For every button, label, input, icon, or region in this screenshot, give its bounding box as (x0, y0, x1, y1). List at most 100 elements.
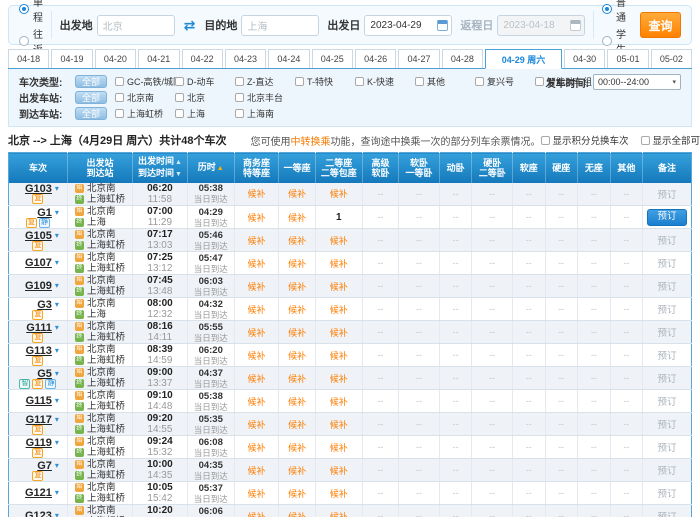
date-tab-05-01[interactable]: 05-01 (607, 49, 648, 68)
seat-cell[interactable]: 候补 (234, 459, 279, 482)
radio-selected-icon[interactable] (19, 4, 29, 14)
date-tab-04-30[interactable]: 04-30 (564, 49, 605, 68)
seat-cell[interactable]: 候补 (234, 367, 279, 390)
date-tab-04-27[interactable]: 04-27 (398, 49, 439, 68)
checkbox-icon[interactable] (235, 93, 244, 102)
expand-arrow-icon[interactable]: ▾ (55, 232, 59, 240)
checkbox-icon[interactable] (415, 77, 424, 86)
sort-arrow-icon[interactable]: ▲ (217, 165, 224, 172)
checkbox-icon[interactable] (475, 77, 484, 86)
seat-cell[interactable]: 候补 (315, 252, 362, 275)
checkbox-icon[interactable] (175, 93, 184, 102)
date-tab-04-24[interactable]: 04-24 (268, 49, 309, 68)
seat-cell[interactable]: 候补 (234, 436, 279, 459)
column-header[interactable]: 历时▲ (187, 153, 234, 183)
seat-cell[interactable]: 候补 (234, 275, 279, 298)
from-input[interactable] (97, 15, 175, 36)
date-tab-04-25[interactable]: 04-25 (312, 49, 353, 68)
date-tab-04-26[interactable]: 04-26 (355, 49, 396, 68)
seat-cell[interactable]: 候补 (279, 183, 316, 206)
seat-cell[interactable]: 候补 (315, 482, 362, 505)
filter-option[interactable]: 其他 (415, 75, 475, 88)
filter-option[interactable]: K-快速 (355, 75, 415, 88)
filter-option[interactable]: Z-直达 (235, 75, 295, 88)
filter-option[interactable]: 上海 (175, 107, 235, 120)
seat-cell[interactable]: 候补 (315, 413, 362, 436)
toggle-points-exchange[interactable]: 显示积分兑换车次 (541, 133, 629, 147)
expand-arrow-icon[interactable]: ▾ (55, 439, 59, 447)
train-number-link[interactable]: G119 (26, 437, 52, 449)
radio-icon[interactable] (602, 36, 612, 46)
seat-cell[interactable]: 候补 (234, 390, 279, 413)
expand-arrow-icon[interactable]: ▾ (55, 512, 59, 517)
date-tab-04-20[interactable]: 04-20 (95, 49, 136, 68)
seat-cell[interactable]: 候补 (279, 505, 316, 517)
seat-cell[interactable]: 候补 (234, 321, 279, 344)
seat-cell[interactable]: 候补 (279, 206, 316, 229)
checkbox-icon[interactable] (295, 77, 304, 86)
date-tab-04-18[interactable]: 04-18 (8, 49, 49, 68)
to-input[interactable] (241, 15, 319, 36)
seat-cell[interactable]: 候补 (315, 367, 362, 390)
seat-cell[interactable]: 候补 (234, 183, 279, 206)
seat-cell[interactable]: 候补 (279, 390, 316, 413)
seat-cell[interactable]: 候补 (315, 436, 362, 459)
seat-cell[interactable]: 候补 (315, 321, 362, 344)
seat-cell[interactable]: 候补 (315, 344, 362, 367)
train-number-link[interactable]: G109 (25, 280, 52, 292)
seat-cell[interactable]: 候补 (279, 344, 316, 367)
expand-arrow-icon[interactable]: ▾ (55, 209, 59, 217)
filter-option[interactable]: 上海南 (235, 107, 295, 120)
seat-cell[interactable]: 候补 (234, 482, 279, 505)
seat-cell[interactable]: 候补 (234, 505, 279, 517)
expand-arrow-icon[interactable]: ▾ (55, 397, 59, 405)
filter-option[interactable]: 北京南 (115, 91, 175, 104)
expand-arrow-icon[interactable]: ▾ (55, 370, 59, 378)
calendar-icon[interactable] (437, 20, 448, 31)
date-tab-04-28[interactable]: 04-28 (442, 49, 483, 68)
checkbox-icon[interactable] (535, 77, 544, 86)
train-number-link[interactable]: G7 (37, 460, 52, 472)
train-number-link[interactable]: G113 (26, 345, 52, 357)
seat-cell[interactable]: 候补 (234, 413, 279, 436)
train-number-link[interactable]: G115 (26, 395, 52, 407)
filter-option[interactable]: 北京 (175, 91, 235, 104)
train-number-link[interactable]: G117 (26, 414, 52, 426)
expand-arrow-icon[interactable]: ▾ (55, 282, 59, 290)
seat-cell[interactable]: 候补 (315, 275, 362, 298)
checkbox-icon[interactable] (115, 77, 124, 86)
query-button[interactable]: 查询 (640, 12, 681, 38)
seat-cell[interactable]: 候补 (315, 229, 362, 252)
checkbox-icon[interactable] (115, 109, 124, 118)
checkbox-icon[interactable] (115, 93, 124, 102)
train-number-link[interactable]: G1 (37, 207, 52, 219)
trip-oneway-radio[interactable]: 单程 (19, 0, 43, 24)
sort-arrow-icon[interactable]: ▼ (175, 171, 182, 178)
seat-cell[interactable]: 候补 (279, 413, 316, 436)
seat-cell[interactable]: 候补 (315, 459, 362, 482)
seat-cell[interactable]: 候补 (315, 183, 362, 206)
passenger-normal-radio[interactable]: 普通 (602, 0, 626, 24)
checkbox-icon[interactable] (541, 136, 550, 145)
seat-cell[interactable]: 候补 (279, 367, 316, 390)
checkbox-icon[interactable] (175, 77, 184, 86)
toggle-all-bookable[interactable]: 显示全部可预订车次 (641, 133, 700, 147)
filter-option[interactable]: 上海虹桥 (115, 107, 175, 120)
expand-arrow-icon[interactable]: ▾ (55, 416, 59, 424)
train-number-link[interactable]: G123 (25, 510, 52, 517)
seat-cell[interactable]: 候补 (234, 206, 279, 229)
filter-option[interactable]: 复兴号 (475, 75, 535, 88)
filter-option[interactable]: D-动车 (175, 75, 235, 88)
seat-cell[interactable]: 候补 (234, 298, 279, 321)
seat-cell[interactable]: 候补 (234, 229, 279, 252)
seat-cell[interactable]: 候补 (315, 298, 362, 321)
filter-all-badge[interactable]: 全部 (75, 107, 107, 120)
seat-cell[interactable]: 候补 (279, 252, 316, 275)
expand-arrow-icon[interactable]: ▾ (55, 347, 59, 355)
seat-cell[interactable]: 候补 (234, 252, 279, 275)
filter-option[interactable]: 北京丰台 (235, 91, 295, 104)
date-tab-04-19[interactable]: 04-19 (51, 49, 92, 68)
seat-cell[interactable]: 候补 (315, 505, 362, 517)
expand-arrow-icon[interactable]: ▾ (55, 489, 59, 497)
book-button[interactable]: 预订 (647, 209, 687, 226)
